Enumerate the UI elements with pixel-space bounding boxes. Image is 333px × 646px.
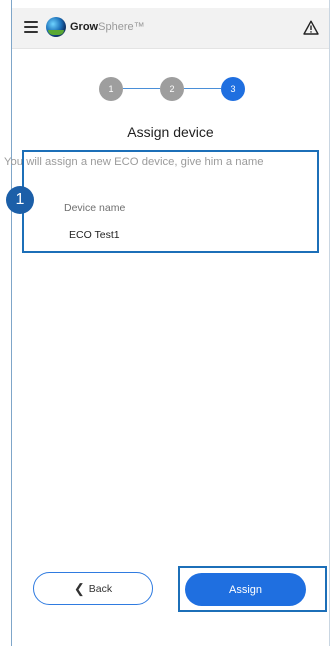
- step-2: 2: [160, 77, 184, 101]
- step-3: 3: [221, 77, 245, 101]
- callout-number-badge: 1: [6, 186, 34, 214]
- back-button[interactable]: ❮ Back: [33, 572, 153, 605]
- warning-triangle-icon[interactable]: [303, 20, 319, 35]
- assign-button[interactable]: Assign: [185, 573, 306, 606]
- step-1: 1: [99, 77, 123, 101]
- right-frame-rule: [329, 0, 330, 646]
- app-header: GrowSphere™: [12, 8, 329, 49]
- hamburger-menu-icon[interactable]: [24, 21, 38, 33]
- device-name-label: Device name: [64, 202, 126, 214]
- device-name-field[interactable]: ECO Test1: [69, 229, 120, 241]
- step-connector: [123, 88, 160, 89]
- chevron-left-icon: ❮: [73, 581, 85, 596]
- back-button-label: Back: [88, 582, 113, 595]
- brand-name: GrowSphere™: [70, 21, 145, 33]
- step-connector: [184, 88, 221, 89]
- page-title: Assign device: [127, 124, 214, 140]
- app-screen: GrowSphere™ 1 2 3 Assign device You will…: [4, 0, 329, 646]
- step-indicator: 1 2 3: [99, 77, 245, 101]
- brand-logo: GrowSphere™: [46, 17, 145, 37]
- globe-logo-icon: [46, 17, 66, 37]
